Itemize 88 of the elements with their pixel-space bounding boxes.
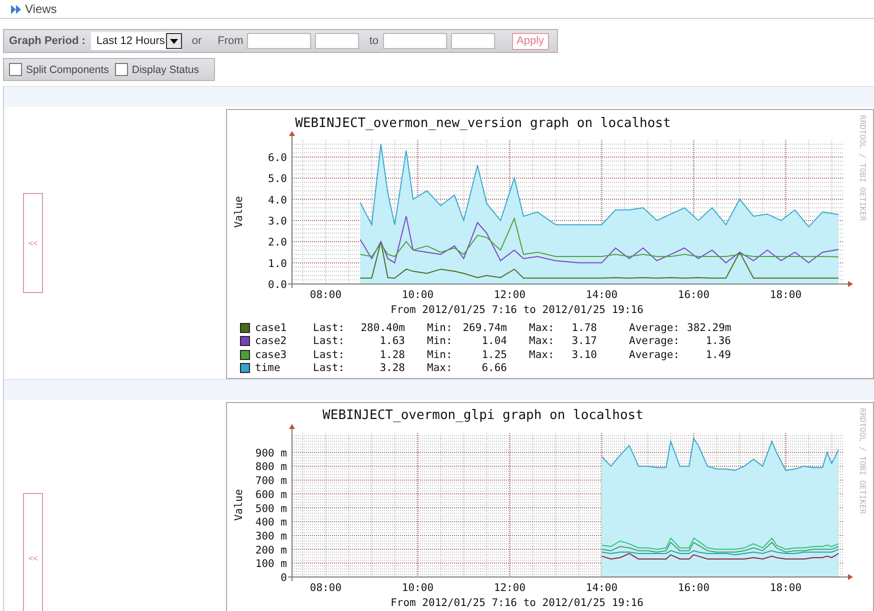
from-time-field[interactable] [315, 33, 360, 49]
x-tick-label: 14:00 [586, 582, 618, 594]
stat-value: 3.28 [378, 362, 405, 374]
stat-label: Max: [529, 322, 556, 334]
or-label: or [192, 35, 202, 47]
legend-name: case3 [255, 348, 288, 361]
stat-value: 1.04 [480, 335, 507, 348]
y-tick-label: 800 m [255, 461, 287, 474]
stat-label: Max: [427, 362, 454, 374]
x-tick-label: 10:00 [402, 289, 434, 301]
x-tick-label: 12:00 [494, 289, 526, 301]
x-tick-label: 10:00 [402, 582, 434, 594]
watermark-text: RRDTOOL / TOBI OETIKER [858, 408, 867, 514]
y-tick-label: 2.0 [268, 236, 287, 249]
y-tick-label: 3.0 [268, 215, 287, 228]
stat-value: 1.25 [480, 348, 507, 361]
y-axis-label: Value [233, 489, 245, 521]
y-tick-label: 300 m [255, 530, 287, 542]
y-tick-label: 400 m [255, 516, 287, 529]
y-tick-label: 900 m [255, 447, 287, 460]
option-label: Split Components [26, 64, 109, 76]
y-tick-label: 700 m [255, 475, 287, 488]
x-tick-label: 18:00 [770, 582, 802, 594]
stat-value: 1.78 [570, 322, 597, 334]
x-tick-label: 14:00 [586, 289, 618, 301]
double-chevron-icon [11, 4, 21, 14]
stat-label: Min: [427, 348, 454, 361]
graph-title: WEBINJECT_overmon_glpi graph on localhost [322, 408, 644, 423]
x-tick-label: 08:00 [310, 289, 342, 301]
stat-value: 1.49 [704, 348, 731, 361]
legend-name: case1 [255, 322, 288, 334]
legend-name: case2 [255, 335, 288, 348]
dropdown-arrow-icon [170, 38, 178, 44]
y-tick-label: 500 m [255, 502, 287, 515]
y-tick-label: 0 [280, 572, 287, 584]
from-date-field[interactable] [247, 33, 312, 49]
period-select[interactable]: Last 12 Hours [91, 32, 182, 50]
x-tick-label: 18:00 [770, 289, 802, 301]
to-date-field[interactable] [382, 33, 447, 49]
stat-label: Average: [629, 348, 681, 361]
stat-value: 3.10 [570, 348, 597, 361]
time-range-caption: From 2012/01/25 7:16 to 2012/01/25 19:16 [390, 304, 644, 316]
checkbox[interactable] [114, 63, 128, 76]
stat-label: Last: [313, 335, 346, 348]
stat-value: 1.28 [378, 348, 405, 361]
stat-value: 6.66 [480, 362, 507, 374]
y-tick-label: 100 m [255, 558, 287, 570]
stat-label: Min: [427, 322, 454, 334]
y-tick-label: 600 m [255, 488, 287, 501]
y-tick-label: 1.0 [268, 258, 287, 270]
graph-title: WEBINJECT_overmon_new_version graph on localhost [295, 116, 671, 131]
y-tick-label: 6.0 [268, 152, 287, 164]
y-tick-label: 0.0 [268, 279, 287, 291]
y-tick-label: 5.0 [268, 173, 287, 186]
collapse-button[interactable]: << [23, 493, 43, 611]
time-range-caption: From 2012/01/25 7:16 to 2012/01/25 19:16 [390, 597, 644, 609]
option-label: Display Status [132, 64, 200, 76]
stat-label: Average: [629, 335, 681, 348]
to-time-field[interactable] [450, 33, 495, 49]
to-label: to [369, 35, 379, 47]
x-tick-label: 08:00 [310, 582, 342, 594]
checkbox[interactable] [9, 63, 22, 76]
x-tick-label: 12:00 [494, 582, 526, 594]
from-label: From [218, 35, 244, 47]
stat-label: Last: [313, 348, 346, 361]
stat-label: Last: [313, 322, 346, 334]
legend-name: time [255, 362, 282, 374]
views-link[interactable]: Views [25, 2, 57, 16]
stat-label: Average: [629, 322, 681, 334]
stat-value: 382.29m [687, 322, 731, 334]
watermark-text: RRDTOOL / TOBI OETIKER [858, 115, 867, 221]
stat-value: 3.17 [570, 335, 597, 348]
y-tick-label: 200 m [255, 544, 287, 556]
graph-period-label: Graph Period : [9, 35, 86, 47]
stat-value: 269.74m [462, 322, 507, 334]
stat-value: 1.36 [704, 335, 731, 348]
x-tick-label: 16:00 [678, 582, 710, 594]
stat-value: 280.40m [360, 322, 405, 334]
stat-label: Min: [427, 335, 454, 348]
stat-label: Last: [313, 362, 346, 374]
apply-button[interactable]: Apply [512, 32, 550, 50]
x-tick-label: 16:00 [678, 289, 710, 301]
stat-value: 1.63 [378, 335, 405, 348]
collapse-button[interactable]: << [23, 193, 43, 293]
stat-label: Max: [529, 335, 556, 348]
stat-label: Max: [529, 348, 556, 361]
y-tick-label: 4.0 [268, 194, 287, 206]
y-axis-label: Value [233, 196, 245, 228]
